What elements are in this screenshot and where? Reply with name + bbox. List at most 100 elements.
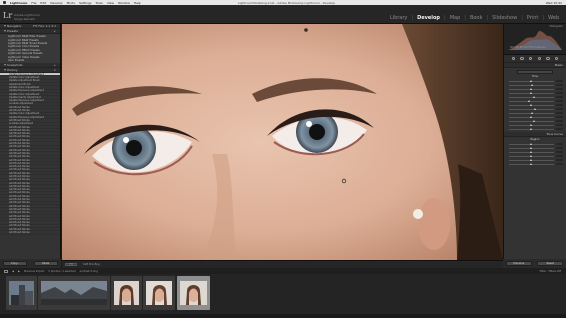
back-arrow-icon[interactable]: ◀ — [12, 270, 14, 273]
menu-view[interactable]: View — [107, 1, 114, 5]
preset-folder[interactable]: User Presets — [0, 59, 60, 62]
soft-proofing-checkbox[interactable]: Soft Proofing — [83, 263, 100, 266]
menu-settings[interactable]: Settings — [79, 1, 91, 5]
slider-track[interactable] — [509, 111, 554, 114]
slider-track[interactable] — [509, 95, 554, 98]
slider-track[interactable] — [509, 158, 554, 161]
slider-value-field[interactable] — [556, 146, 563, 150]
module-slideshow[interactable]: Slideshow — [490, 15, 519, 21]
slider-thumb[interactable] — [532, 119, 535, 122]
history-item[interactable]: Add Brush Stroke — [0, 231, 60, 235]
slider-track[interactable] — [509, 127, 554, 130]
slider-thumb[interactable] — [530, 150, 533, 153]
module-map[interactable]: Map — [448, 15, 463, 21]
module-library[interactable]: Library — [388, 15, 409, 21]
filmstrip-source[interactable]: Previous Import — [24, 270, 44, 273]
red-eye-icon[interactable] — [528, 56, 533, 61]
slider-value-field[interactable] — [556, 107, 563, 111]
slider-thumb[interactable] — [530, 79, 533, 82]
slider-thumb[interactable] — [530, 127, 533, 130]
slider-thumb[interactable] — [530, 103, 533, 106]
slider-thumb[interactable] — [530, 91, 533, 94]
photo-canvas[interactable] — [62, 24, 503, 260]
slider-thumb[interactable] — [531, 111, 534, 114]
clear-history-icon[interactable]: × — [53, 68, 56, 72]
menu-tools[interactable]: Tools — [95, 1, 102, 5]
filmstrip-filter[interactable]: Filter : Filters Off — [540, 270, 561, 273]
slider-value-field[interactable] — [556, 91, 563, 95]
menu-lightroom[interactable]: Lightroom — [10, 1, 27, 5]
adjustment-brush-icon[interactable] — [554, 56, 559, 61]
thumbnail[interactable] — [111, 276, 142, 310]
module-print[interactable]: Print — [525, 15, 541, 21]
slider-thumb[interactable] — [530, 115, 533, 118]
thumbnail[interactable] — [6, 276, 37, 310]
slider-thumb[interactable] — [530, 146, 533, 149]
crop-tool-icon[interactable] — [511, 56, 516, 61]
slider-thumb[interactable] — [530, 87, 533, 90]
slider-track[interactable] — [509, 83, 554, 86]
slider-value-field[interactable] — [556, 119, 563, 123]
slider-value-field[interactable] — [556, 79, 563, 83]
slider-track[interactable] — [509, 119, 554, 122]
menu-develop[interactable]: Develop — [50, 1, 62, 5]
add-snapshot-icon[interactable]: + — [53, 63, 56, 67]
slider-value-field[interactable] — [556, 154, 563, 158]
before-after-view-button[interactable]: Y|Y — [65, 262, 78, 267]
slider-thumb[interactable] — [530, 154, 533, 157]
module-book[interactable]: Book — [468, 15, 484, 21]
spot-removal-icon[interactable] — [520, 56, 524, 61]
slider-value-field[interactable] — [556, 142, 563, 146]
slider-value-field[interactable] — [556, 158, 563, 162]
slider-thumb[interactable] — [528, 99, 531, 102]
slider-track[interactable] — [509, 115, 554, 118]
slider-track[interactable] — [509, 123, 554, 126]
zoom-3-1[interactable]: 3:1 — [51, 24, 56, 28]
slider-thumb[interactable] — [530, 142, 533, 145]
copy-settings-button[interactable]: Copy... — [3, 261, 28, 266]
zoom-fit[interactable]: FIT — [33, 24, 37, 28]
slider-thumb[interactable] — [530, 162, 533, 165]
slider-track[interactable] — [509, 91, 554, 94]
add-preset-icon[interactable]: + — [53, 29, 56, 33]
slider-value-field[interactable] — [556, 150, 563, 154]
menu-edit[interactable]: Edit — [40, 1, 46, 5]
module-web[interactable]: Web — [546, 15, 561, 21]
slider-value-field[interactable] — [556, 99, 563, 103]
slider-track[interactable] — [509, 154, 554, 157]
slider-value-field[interactable] — [556, 127, 563, 131]
grid-view-icon[interactable] — [4, 269, 8, 273]
slider-track[interactable] — [509, 79, 554, 82]
slider-thumb[interactable] — [532, 95, 535, 98]
slider-value-field[interactable] — [556, 162, 563, 166]
thumbnail[interactable] — [143, 276, 175, 310]
clock[interactable]: Wed 15:42 — [546, 1, 562, 5]
slider-track[interactable] — [509, 103, 554, 106]
slider-value-field[interactable] — [556, 103, 563, 107]
module-develop[interactable]: Develop — [415, 15, 442, 21]
menu-file[interactable]: File — [31, 1, 36, 5]
paste-settings-button[interactable]: Paste — [33, 261, 58, 266]
slider-thumb[interactable] — [531, 83, 534, 86]
reset-button[interactable]: Reset — [537, 261, 564, 266]
slider-thumb[interactable] — [530, 123, 533, 126]
apple-icon[interactable] — [3, 1, 6, 4]
menu-window[interactable]: Window — [118, 1, 130, 5]
slider-value-field[interactable] — [556, 95, 563, 99]
slider-track[interactable] — [509, 150, 554, 153]
thumbnail[interactable] — [38, 276, 110, 310]
slider-track[interactable] — [509, 107, 554, 110]
previous-button[interactable]: Previous — [505, 261, 532, 266]
radial-filter-icon[interactable] — [546, 56, 550, 61]
slider-value-field[interactable] — [556, 83, 563, 87]
slider-thumb[interactable] — [533, 107, 536, 110]
filmstrip-collapse-bar[interactable] — [0, 314, 566, 318]
slider-value-field[interactable] — [556, 111, 563, 115]
graduated-filter-icon[interactable] — [537, 56, 542, 61]
adjustment-pin-icon[interactable] — [304, 28, 308, 32]
slider-track[interactable] — [509, 87, 554, 90]
slider-thumb[interactable] — [530, 158, 533, 161]
slider-value-field[interactable] — [556, 87, 563, 91]
white-balance-select[interactable] — [517, 70, 553, 74]
slider-track[interactable] — [509, 146, 554, 149]
